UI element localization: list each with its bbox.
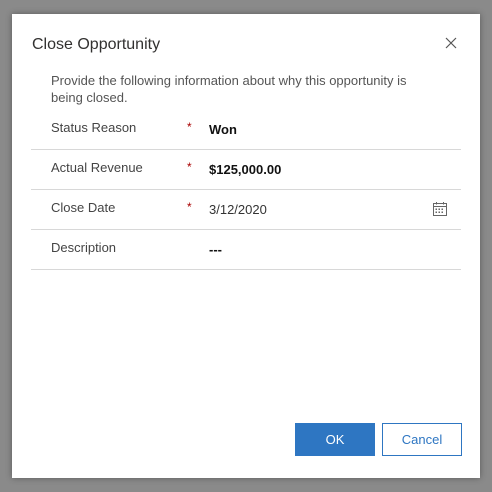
field-row-close-date: Close Date * 3/12/2020 (31, 190, 461, 230)
dialog-description: Provide the following information about … (51, 73, 407, 105)
ok-button[interactable]: OK (295, 423, 375, 456)
actual-revenue-field[interactable]: $125,000.00 (209, 162, 281, 177)
required-indicator: * (187, 120, 192, 134)
field-row-actual-revenue: Actual Revenue * $125,000.00 (31, 150, 461, 190)
calendar-icon[interactable] (432, 201, 448, 217)
status-reason-field[interactable]: Won (209, 122, 237, 137)
field-row-description: Description --- (31, 230, 461, 270)
dialog-title: Close Opportunity (32, 36, 161, 53)
close-opportunity-dialog: Close Opportunity Provide the following … (12, 14, 480, 478)
cancel-button[interactable]: Cancel (382, 423, 462, 456)
close-date-field[interactable]: 3/12/2020 (209, 202, 267, 217)
required-indicator: * (187, 160, 192, 174)
description-label: Description (51, 240, 117, 255)
field-row-status-reason: Status Reason * Won (31, 110, 461, 150)
close-button[interactable] (444, 36, 460, 52)
actual-revenue-label: Actual Revenue (51, 160, 143, 175)
status-reason-label: Status Reason (51, 120, 137, 135)
required-indicator: * (187, 200, 192, 214)
close-icon (444, 36, 460, 50)
description-field[interactable]: --- (209, 242, 222, 257)
close-date-label: Close Date (51, 200, 116, 215)
